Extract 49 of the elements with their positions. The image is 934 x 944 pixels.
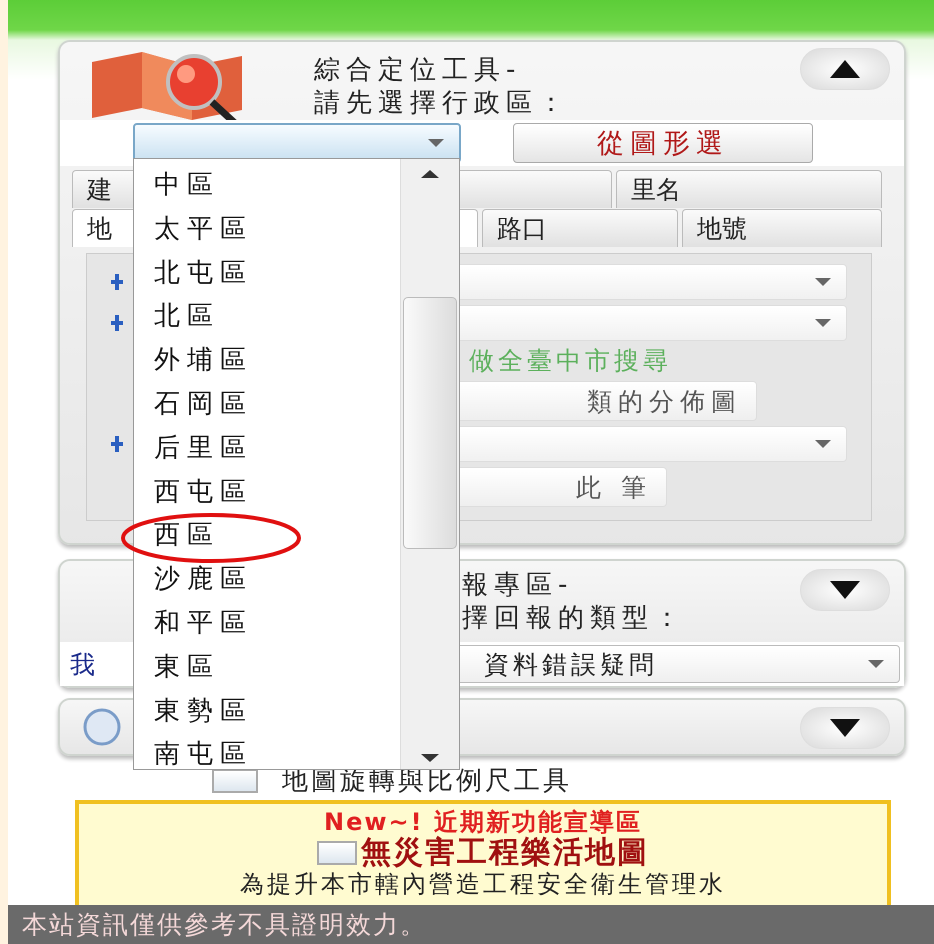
dropdown-option[interactable]: 和平區 xyxy=(134,608,400,637)
caret-icon xyxy=(814,318,832,328)
dropdown-option[interactable]: 南屯區 xyxy=(134,740,400,768)
plus-icon xyxy=(111,313,123,333)
scroll-up-icon[interactable] xyxy=(420,169,440,179)
disclaimer-text: 本站資訊僅供參考不具證明效力。 xyxy=(22,909,427,941)
news-text: 為提升本市轄內營造工程安全衛生管理水 xyxy=(240,870,726,898)
toggle-button[interactable] xyxy=(800,569,890,611)
circle-icon xyxy=(82,707,122,747)
scroll-down-icon[interactable] xyxy=(420,753,440,763)
search-hint: 做全臺中市搜尋 xyxy=(469,346,672,376)
panel-title: 請先選擇行政區： xyxy=(314,87,570,120)
checkbox[interactable] xyxy=(212,769,258,793)
caret-icon xyxy=(427,138,445,148)
dropdown-option[interactable]: 外埔區 xyxy=(134,346,400,374)
scrollbar[interactable] xyxy=(400,159,459,769)
panel-title: 報專區- xyxy=(462,569,574,602)
dropdown-option[interactable]: 后里區 xyxy=(134,434,400,462)
dropdown-option[interactable]: 太平區 xyxy=(134,214,400,243)
toggle-button[interactable] xyxy=(800,707,890,749)
dropdown-option[interactable]: 西屯區 xyxy=(134,478,400,506)
caret-icon xyxy=(814,439,832,449)
dropdown-option[interactable]: 東勢區 xyxy=(134,696,400,725)
pick-from-map-button[interactable]: 從圖形選 xyxy=(513,123,813,163)
expand-arrow-icon xyxy=(828,717,862,739)
expand-arrow-icon xyxy=(828,579,862,601)
dropdown-option[interactable]: 北屯區 xyxy=(134,258,400,287)
toggle-button[interactable] xyxy=(800,48,890,90)
caret-icon xyxy=(867,659,885,670)
caret-icon xyxy=(814,277,832,287)
dropdown-option[interactable]: 石岡區 xyxy=(134,390,400,418)
panel-title: 綜合定位工具- xyxy=(314,54,522,87)
news-heading: New~! 近期新功能宣導區 xyxy=(324,808,642,836)
checkbox-label: 無災害工程樂活地圖 xyxy=(361,836,649,870)
dropdown-option[interactable]: 東區 xyxy=(134,652,400,681)
panel-title: 擇回報的類型： xyxy=(462,602,686,635)
tab[interactable]: 地號 xyxy=(682,209,882,247)
dropdown-option[interactable]: 沙鹿區 xyxy=(134,565,400,594)
dropdown-option[interactable]: 西區 xyxy=(134,521,400,550)
dropdown-option[interactable]: 中區 xyxy=(134,171,400,199)
tab[interactable]: 路口 xyxy=(482,209,678,247)
scrollbar-thumb[interactable] xyxy=(403,297,457,549)
checkbox[interactable] xyxy=(317,841,357,865)
plus-icon xyxy=(111,272,123,292)
collapse-arrow-icon xyxy=(828,58,862,80)
report-label: 我 xyxy=(70,648,95,681)
tab[interactable]: 里名 xyxy=(616,170,882,208)
plus-icon xyxy=(111,434,123,454)
dropdown-option[interactable]: 北區 xyxy=(134,302,400,330)
